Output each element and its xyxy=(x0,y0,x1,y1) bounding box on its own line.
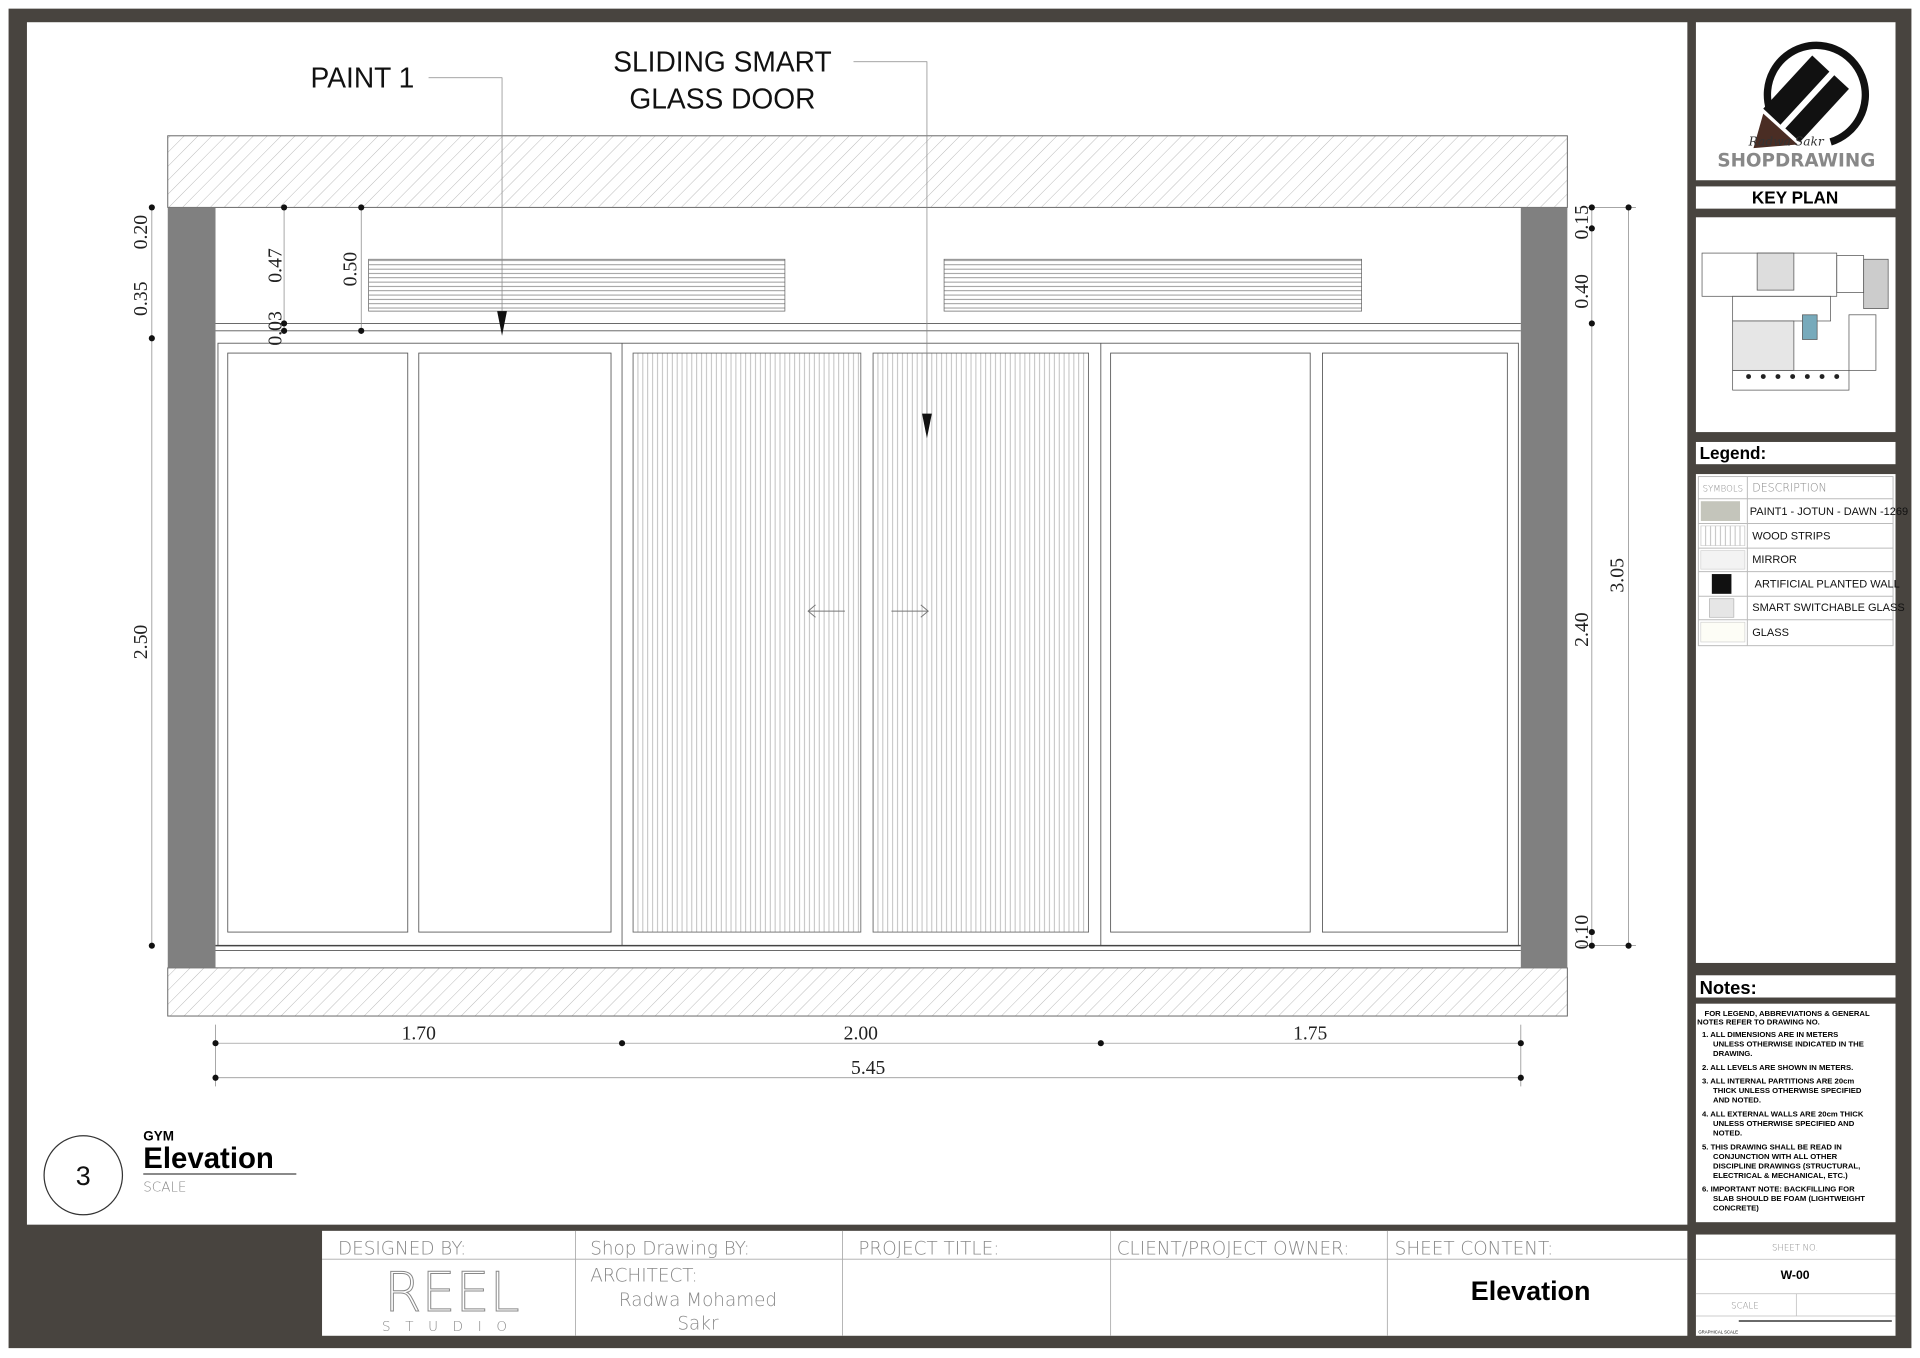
svg-text:Radwa Sakr: Radwa Sakr xyxy=(1748,135,1825,149)
note-line: NOTED. xyxy=(1713,1129,1742,1138)
dim-label: 2.40 xyxy=(1571,612,1593,647)
svg-text:SHOPDRAWING: SHOPDRAWING xyxy=(1717,151,1875,172)
dim-label: 0.50 xyxy=(339,252,361,287)
note-line: 3. ALL INTERNAL PARTITIONS ARE 20cm xyxy=(1702,1077,1854,1086)
left-column xyxy=(167,207,216,968)
floor-slab xyxy=(167,967,1568,1017)
graphical-scale-label: GRAPHICAL SCALE xyxy=(1698,1329,1738,1334)
note-line: DRAWING. xyxy=(1713,1049,1752,1058)
dim-label: 0.10 xyxy=(1571,915,1593,950)
reel-studio-logo: REEL xyxy=(384,1261,519,1324)
top-beam xyxy=(167,135,1568,208)
svg-text:SYMBOLS: SYMBOLS xyxy=(1703,484,1743,494)
view-scale: SCALE xyxy=(143,1179,186,1195)
wood-strips-swatch xyxy=(1700,525,1746,546)
project-title-label: PROJECT TITLE: xyxy=(858,1238,999,1259)
dim-label: 0.35 xyxy=(130,281,152,316)
shop-drawing-by-label: Shop Drawing BY: xyxy=(590,1238,750,1259)
designed-by-label: DESIGNED BY: xyxy=(338,1238,466,1259)
note-line: 2. ALL LEVELS ARE SHOWN IN METERS. xyxy=(1702,1063,1853,1072)
louver-right xyxy=(943,258,1362,312)
note-line: UNLESS OTHERWISE SPECIFIED AND xyxy=(1713,1119,1855,1128)
callout-door: SLIDING SMART xyxy=(613,45,831,77)
sheet-content-value: Elevation xyxy=(1471,1276,1591,1306)
architect-name-2: Sakr xyxy=(677,1314,719,1335)
title-block: DESIGNED BY: REEL STUDIO Shop Drawing BY… xyxy=(322,1230,1688,1336)
key-plan-title: KEY PLAN xyxy=(1752,188,1838,208)
dim-label: 1.75 xyxy=(1293,1022,1327,1044)
legend-item: ARTIFICIAL PLANTED WALL xyxy=(1755,579,1900,591)
sliding-door-leaf xyxy=(872,352,1089,933)
reel-studio-sub: STUDIO xyxy=(382,1319,522,1335)
callout-door-2: GLASS DOOR xyxy=(629,83,815,115)
key-plan xyxy=(1695,217,1896,433)
sheet-content-label: SHEET CONTENT: xyxy=(1395,1238,1554,1259)
view-number: 3 xyxy=(76,1161,91,1191)
legend-item: PAINT1 - JOTUN - DAWN -1269 xyxy=(1750,506,1908,518)
planted-wall-swatch xyxy=(1711,574,1732,594)
note-line: THICK UNLESS OTHERWISE SPECIFIED xyxy=(1713,1086,1862,1095)
note-line: 6. IMPORTANT NOTE: BACKFILLING FOR xyxy=(1702,1185,1855,1194)
dim-label: 0.47 xyxy=(265,248,287,283)
note-line: 4. ALL EXTERNAL WALLS ARE 20cm THICK xyxy=(1702,1109,1864,1118)
smart-glass-swatch xyxy=(1709,598,1735,618)
paint-swatch xyxy=(1700,501,1740,521)
dim-total: 5.45 xyxy=(851,1057,885,1079)
dim-label: 2.50 xyxy=(130,625,152,660)
dim-label: 0.15 xyxy=(1571,205,1593,240)
note-line: 1. ALL DIMENSIONS ARE IN METERS xyxy=(1702,1030,1838,1039)
dim-label: 2.00 xyxy=(844,1022,878,1044)
drawing-sheet: PAINT 1 SLIDING SMART GLASS DOOR 0.20 0.… xyxy=(0,0,1920,1358)
dim-label: 0.03 xyxy=(265,311,287,346)
legend-item: SMART SWITCHABLE GLASS xyxy=(1752,602,1904,614)
dim-label: 3.05 xyxy=(1607,558,1629,593)
svg-text:DESCRIPTION: DESCRIPTION xyxy=(1752,481,1826,494)
glass-swatch xyxy=(1700,621,1746,643)
legend-item: GLASS xyxy=(1752,627,1789,639)
sheet-no-label: SHEET NO. xyxy=(1772,1244,1818,1254)
svg-text:NOTES REFER TO DRAWING NO.: NOTES REFER TO DRAWING NO. xyxy=(1697,1018,1820,1027)
dim-label: 1.70 xyxy=(402,1022,436,1044)
sheet-no: W-00 xyxy=(1781,1268,1810,1282)
note-line: 5. THIS DRAWING SHALL BE READ IN xyxy=(1702,1142,1842,1151)
note-line: CONCRETE) xyxy=(1713,1204,1759,1213)
note-line: CONJUNCTION WITH ALL OTHER xyxy=(1713,1152,1838,1161)
note-line: ELECTRICAL & MECHANICAL, ETC.) xyxy=(1713,1171,1848,1180)
legend-item: MIRROR xyxy=(1752,554,1797,566)
note-line: UNLESS OTHERWISE INDICATED IN THE xyxy=(1713,1039,1864,1048)
sliding-door-leaf xyxy=(632,352,862,933)
louver-left xyxy=(368,258,786,312)
legend-box xyxy=(1695,474,1896,963)
view-title-text: Elevation xyxy=(143,1142,274,1175)
client-label: CLIENT/PROJECT OWNER: xyxy=(1117,1238,1350,1259)
note-line: AND NOTED. xyxy=(1713,1096,1761,1105)
note-line: DISCIPLINE DRAWINGS (STRUCTURAL, xyxy=(1713,1161,1860,1170)
legend-item: WOOD STRIPS xyxy=(1752,530,1830,542)
dim-label: 0.40 xyxy=(1571,274,1593,309)
notes-title: Notes: xyxy=(1700,977,1757,998)
note-line: SLAB SHOULD BE FOAM (LIGHTWEIGHT xyxy=(1713,1194,1865,1203)
mirror-swatch xyxy=(1700,550,1746,570)
right-column xyxy=(1520,207,1568,968)
dim-label: 0.20 xyxy=(130,215,152,250)
scale-label: SCALE xyxy=(1731,1302,1758,1312)
callout-paint: PAINT 1 xyxy=(311,62,415,94)
side-panel: Radwa Sakr SHOPDRAWING KEY PLAN Legend: xyxy=(1695,22,1908,1336)
architect-label: ARCHITECT: xyxy=(590,1265,697,1286)
architect-name: Radwa Mohamed xyxy=(619,1290,777,1311)
legend-title: Legend: xyxy=(1700,443,1767,463)
